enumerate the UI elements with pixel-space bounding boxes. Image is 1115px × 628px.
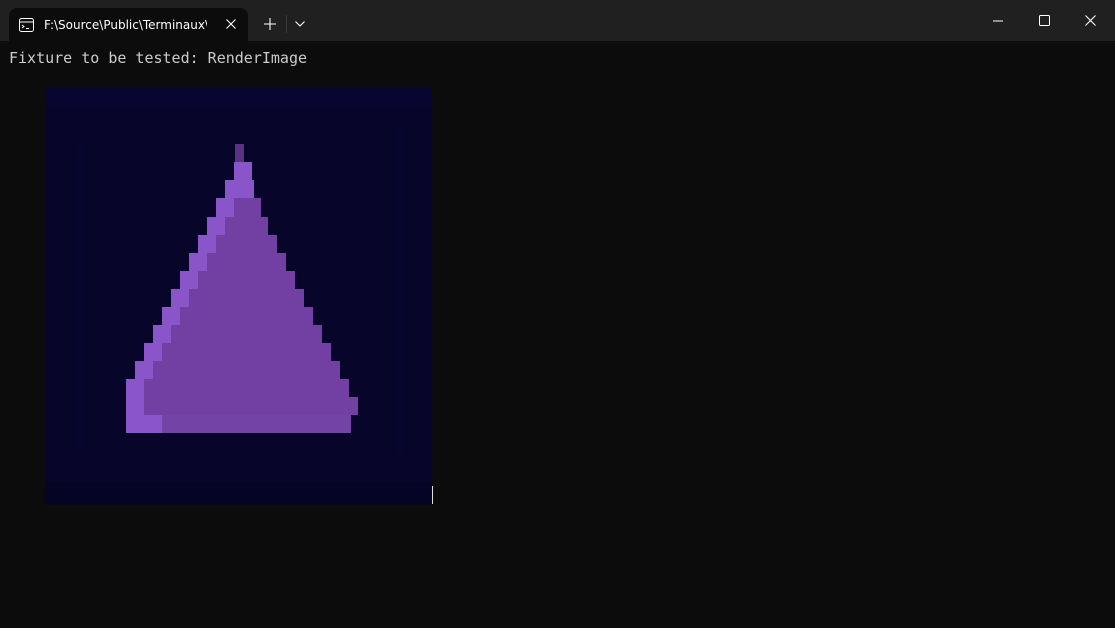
chevron-down-icon[interactable]	[290, 14, 310, 34]
terminal-icon	[19, 17, 34, 32]
minimize-icon	[993, 20, 1003, 21]
terminal-window: F:\Source\Public\Terminaux\T Fixture to …	[0, 0, 1115, 628]
rendered-image	[45, 87, 432, 505]
maximize-icon	[1038, 15, 1050, 26]
maximize-button[interactable]	[1021, 0, 1067, 41]
plus-icon[interactable]	[258, 12, 282, 36]
minimize-button[interactable]	[975, 0, 1021, 41]
tab-title: F:\Source\Public\Terminaux\T	[44, 17, 207, 32]
tab-active[interactable]: F:\Source\Public\Terminaux\T	[9, 8, 248, 41]
tab-separator	[286, 15, 287, 33]
close-window-button[interactable]	[1067, 0, 1113, 41]
terminal-content[interactable]: Fixture to be tested: RenderImage	[0, 41, 1115, 628]
close-icon	[1084, 15, 1096, 26]
text-cursor	[432, 486, 433, 504]
output-line: Fixture to be tested: RenderImage	[9, 49, 308, 67]
title-bar: F:\Source\Public\Terminaux\T	[0, 0, 1115, 41]
close-icon[interactable]	[224, 17, 238, 31]
